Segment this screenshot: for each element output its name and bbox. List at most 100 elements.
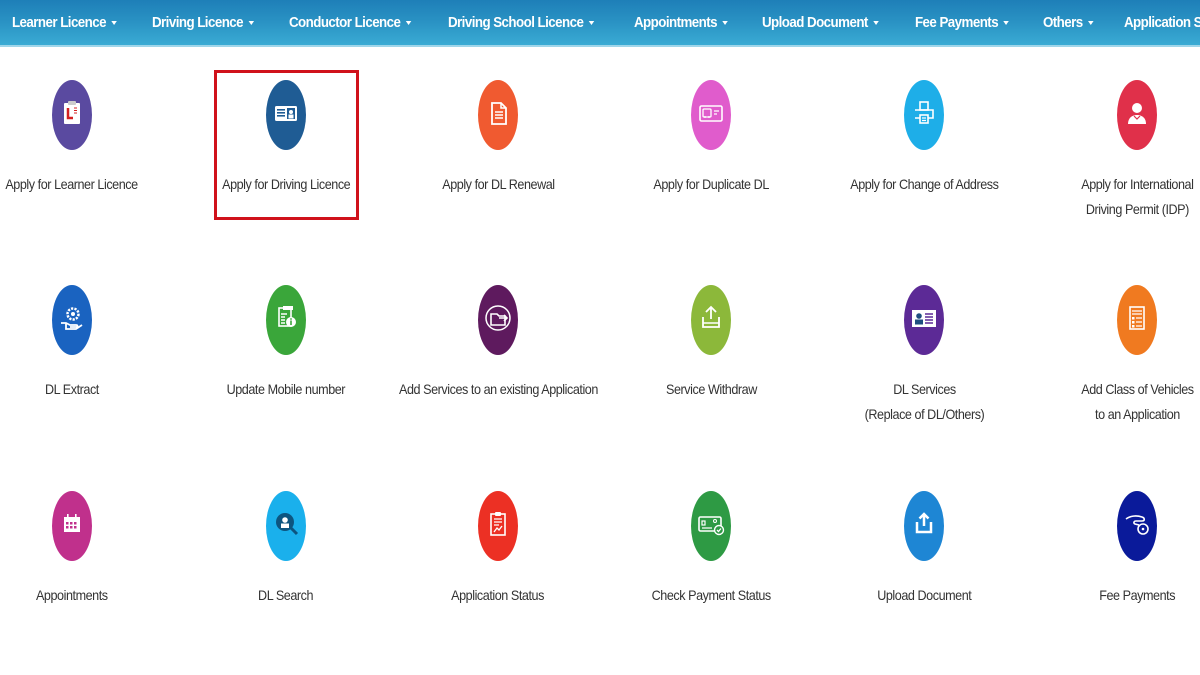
service-label-line1: Fee Payments: [1099, 587, 1175, 603]
nav-others[interactable]: Others: [1031, 0, 1106, 45]
service-label: Apply for Driving Licence: [221, 172, 351, 197]
service-label-line1: Application Status: [451, 587, 545, 603]
service-label: Apply for Change of Address: [849, 172, 999, 197]
service-label: Check Payment Status: [651, 583, 771, 608]
service-tile[interactable]: Add Services to an existing Application: [398, 285, 598, 445]
service-icon-circle: [52, 491, 92, 561]
upload-tray-icon: [696, 303, 726, 338]
service-label: DL Search: [258, 583, 313, 608]
service-tile[interactable]: Apply for International Driving Permit (I…: [1037, 80, 1200, 240]
service-label-line1: Add Services to an existing Application: [398, 381, 598, 397]
service-tile[interactable]: Appointments: [0, 491, 172, 651]
folder-arrow-icon: [483, 303, 513, 338]
nav-driving-licence[interactable]: Driving Licence: [140, 0, 266, 45]
learner-licence-icon: [57, 98, 87, 133]
calendar-icon: [57, 509, 87, 544]
service-tile[interactable]: Update Mobile number: [186, 285, 386, 445]
service-label: Upload Document: [877, 583, 972, 608]
main-navbar: Learner Licence Driving Licence Conducto…: [0, 0, 1200, 47]
service-icon-circle: [904, 491, 944, 561]
service-label: Application Status: [452, 583, 545, 608]
driving-licence-card-icon: [271, 98, 301, 133]
service-label: DL Services (Replace of DL/Others): [864, 377, 984, 427]
caret-down-icon: [248, 20, 255, 25]
service-tile[interactable]: Check Payment Status: [611, 491, 811, 651]
caret-down-icon: [722, 20, 728, 25]
service-label-line1: Apply for International: [1080, 176, 1194, 192]
caret-down-icon: [873, 20, 879, 25]
nav-fee-payments[interactable]: Fee Payments: [903, 0, 1021, 45]
service-tile[interactable]: Apply for DL Renewal: [398, 80, 598, 240]
nav-label: Driving Licence: [152, 14, 244, 31]
service-tile[interactable]: Apply for Driving Licence: [186, 80, 386, 240]
gear-hand-icon: [57, 303, 87, 338]
caret-down-icon: [589, 20, 595, 25]
nav-conductor-licence[interactable]: Conductor Licence: [277, 0, 423, 45]
nav-label: Fee Payments: [914, 14, 999, 31]
service-label: Update Mobile number: [227, 377, 346, 402]
service-icon-circle: [52, 285, 92, 355]
service-icon-circle: [478, 80, 518, 150]
service-icon-circle: [904, 80, 944, 150]
service-label: Service Withdraw: [666, 377, 757, 402]
service-tile[interactable]: DL Extract: [0, 285, 172, 445]
service-label: Add Services to an existing Application: [399, 377, 598, 402]
service-label: Appointments: [36, 583, 108, 608]
nav-label: Learner Licence: [11, 14, 107, 31]
service-label-line2: (Replace of DL/Others): [864, 406, 984, 422]
nav-application-status[interactable]: Application Status: [1112, 0, 1200, 45]
service-label-line1: Apply for Duplicate DL: [653, 176, 769, 192]
service-icon-circle: [1117, 491, 1157, 561]
clipboard-chart-icon: [483, 509, 513, 544]
id-card-icon: [909, 303, 939, 338]
caret-down-icon: [406, 20, 412, 25]
info-document-icon: [271, 303, 301, 338]
service-tile[interactable]: Application Status: [398, 491, 598, 651]
service-label-line1: Add Class of Vehicles: [1080, 381, 1194, 397]
service-tile[interactable]: Apply for Duplicate DL: [611, 80, 811, 240]
service-icon-circle: [1117, 285, 1157, 355]
service-label-line1: Apply for Change of Address: [849, 176, 999, 192]
service-icon-circle: [52, 80, 92, 150]
service-icon-circle: [1117, 80, 1157, 150]
service-label-line1: Apply for DL Renewal: [441, 176, 555, 192]
service-label: Apply for Learner Licence: [6, 172, 139, 197]
service-icon-circle: [478, 285, 518, 355]
service-label-line2: to an Application: [1094, 406, 1180, 422]
service-label-line1: DL Extract: [45, 381, 99, 397]
service-label: Fee Payments: [1099, 583, 1175, 608]
service-label-line1: DL Search: [258, 587, 314, 603]
checklist-icon: [1122, 303, 1152, 338]
service-tile[interactable]: Upload Document: [824, 491, 1024, 651]
caret-down-icon: [1088, 20, 1094, 25]
service-label-line1: Apply for Driving Licence: [221, 176, 351, 192]
nav-upload-document[interactable]: Upload Document: [750, 0, 891, 45]
service-label-line1: DL Services: [892, 381, 956, 397]
service-icon-circle: [691, 80, 731, 150]
caret-down-icon: [1003, 20, 1009, 25]
caret-down-icon: [111, 20, 118, 25]
nav-label: Appointments: [633, 14, 717, 31]
service-tile[interactable]: DL Search: [186, 491, 386, 651]
service-tile[interactable]: Apply for Learner Licence: [0, 80, 172, 240]
service-tile[interactable]: Fee Payments: [1037, 491, 1200, 651]
nav-driving-school-licence[interactable]: Driving School Licence: [436, 0, 606, 45]
service-tile[interactable]: DL Services (Replace of DL/Others): [824, 285, 1024, 445]
nav-learner-licence[interactable]: Learner Licence: [0, 0, 129, 45]
hand-coin-icon: [1122, 509, 1152, 544]
upload-icon: [909, 509, 939, 544]
payment-card-check-icon: [696, 509, 726, 544]
nav-label: Others: [1043, 14, 1083, 31]
person-icon: [1122, 98, 1152, 133]
service-tile[interactable]: Service Withdraw: [611, 285, 811, 445]
service-tile[interactable]: Apply for Change of Address: [824, 80, 1024, 240]
service-label-line1: Appointments: [36, 587, 108, 603]
nav-appointments[interactable]: Appointments: [622, 0, 740, 45]
service-icon-circle: [904, 285, 944, 355]
service-label: DL Extract: [45, 377, 99, 402]
services-grid: Apply for Learner Licence Apply for Drivi…: [0, 49, 1200, 675]
service-icon-circle: [691, 285, 731, 355]
service-tile[interactable]: Add Class of Vehicles to an Application: [1037, 285, 1200, 445]
search-person-icon: [271, 509, 301, 544]
service-label: Apply for DL Renewal: [441, 172, 555, 197]
